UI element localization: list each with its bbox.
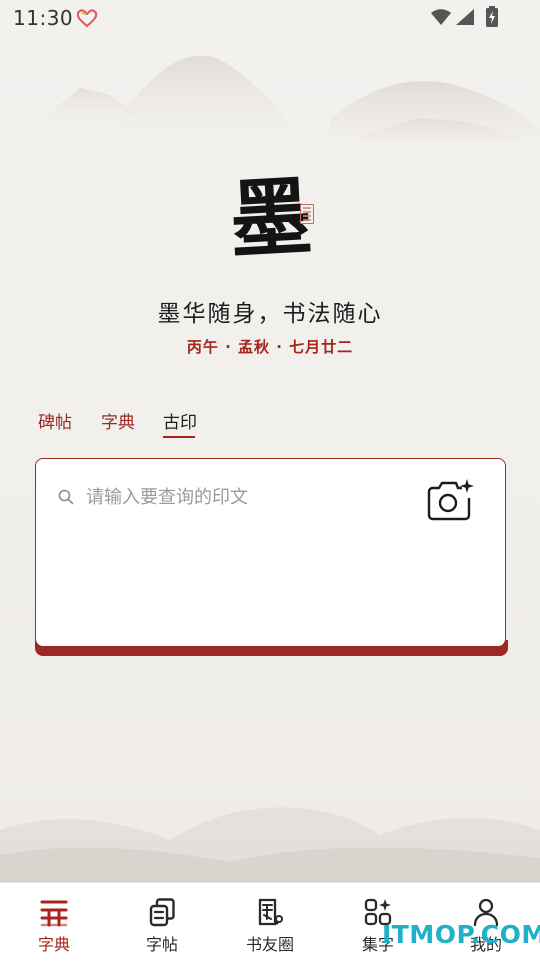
copybook-icon [149, 898, 175, 927]
camera-search-icon[interactable] [425, 478, 475, 522]
tab-dictionary[interactable]: 字典 [101, 408, 135, 433]
active-tab-indicator [163, 436, 195, 438]
nav-label-copybook: 字帖 [145, 935, 178, 954]
red-seal-icon [300, 204, 314, 224]
search-icon [58, 489, 74, 505]
cell-signal-icon [456, 9, 474, 25]
seal-text-search-input[interactable] [84, 479, 408, 515]
status-time: 11:30 [13, 6, 74, 30]
dictionary-icon [40, 900, 68, 927]
tab-stele[interactable]: 碑帖 [38, 408, 72, 433]
nav-circle[interactable]: 书友圈 [216, 883, 324, 961]
lunar-date: 丙午 · 孟秋 · 七月廿二 [186, 338, 354, 356]
slogan: 墨华随身，书法随心 [157, 301, 383, 327]
app-logo: 墨 [228, 166, 328, 277]
nav-dictionary[interactable]: 字典 [0, 883, 108, 961]
search-card [35, 458, 506, 647]
tab-ancient-seal[interactable]: 古印 [163, 408, 197, 433]
status-bar: 11:30 [0, 0, 540, 36]
battery-icon [486, 6, 498, 27]
nav-copybook[interactable]: 字帖 [108, 883, 216, 961]
nav-label-circle: 书友圈 [245, 935, 294, 954]
circle-icon [258, 898, 283, 926]
watermark: ITMOP.COM [382, 920, 540, 949]
nav-label-dictionary: 字典 [37, 935, 70, 954]
wifi-icon [431, 9, 451, 25]
heart-notification-icon [76, 9, 98, 28]
